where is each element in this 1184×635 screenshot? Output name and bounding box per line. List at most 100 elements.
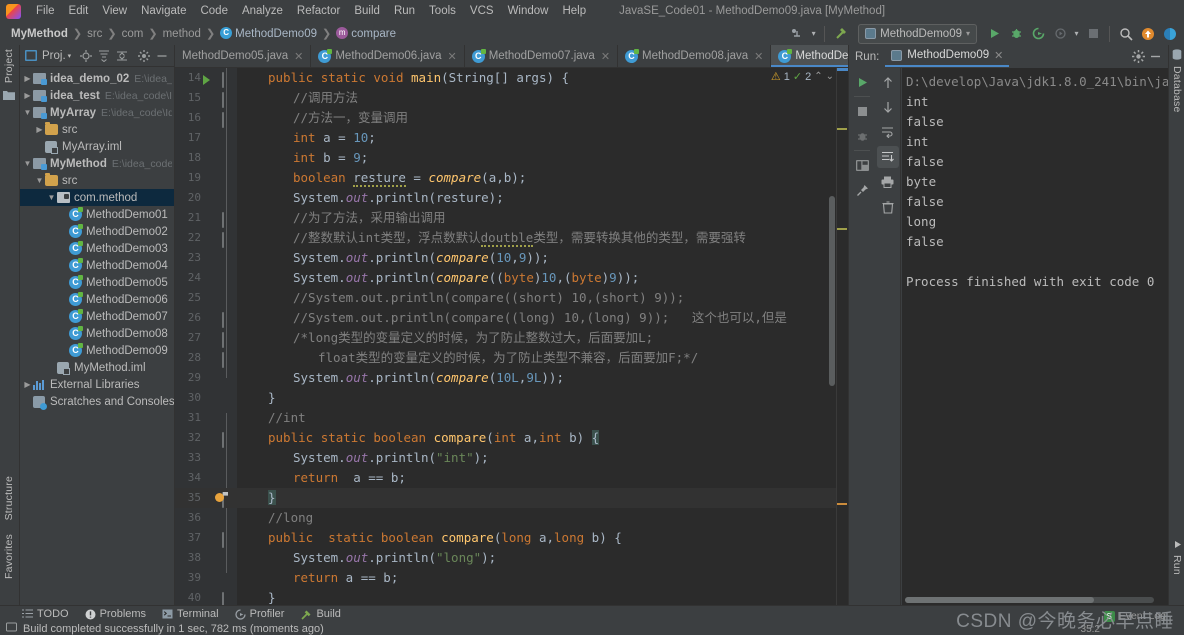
tree-node-methoddemo03[interactable]: MethodDemo03 — [20, 240, 174, 257]
code-line[interactable]: //为了方法，采用输出调用 — [237, 208, 446, 228]
console-horizontal-scrollbar[interactable] — [905, 597, 1154, 603]
tool-window-button-run[interactable]: Run — [1171, 555, 1183, 575]
menu-item-code[interactable]: Code — [193, 3, 235, 19]
code-fold-toggle-icon[interactable] — [222, 72, 232, 88]
code-line[interactable]: boolean resture = compare(a,b); — [237, 168, 526, 188]
code-fold-toggle-icon[interactable] — [222, 212, 232, 228]
code-fold-toggle-icon[interactable] — [222, 432, 232, 448]
editor-gutter[interactable]: 14 15 16 17 18 19 20 21 22 23 24 25 26 27 28 29 30 31 32 33… — [175, 68, 237, 605]
run-gutter-icon[interactable] — [203, 75, 210, 85]
tree-node-methoddemo02[interactable]: MethodDemo02 — [20, 223, 174, 240]
code-line[interactable]: public static boolean compare(int a,int … — [237, 428, 600, 448]
tree-node-myarray-iml[interactable]: MyArray.iml — [20, 138, 174, 155]
scroll-up-icon[interactable] — [877, 71, 899, 93]
tool-window-button-project[interactable]: Project — [3, 49, 15, 83]
code-line[interactable]: return a == b; — [237, 468, 406, 488]
menu-item-tools[interactable]: Tools — [422, 3, 463, 19]
collapse-all-icon[interactable] — [97, 49, 110, 62]
tree-node-methoddemo06[interactable]: MethodDemo06 — [20, 291, 174, 308]
chevron-down-icon[interactable]: ▾ — [1072, 24, 1081, 44]
code-line[interactable]: //long — [237, 508, 313, 528]
search-everywhere-icon[interactable] — [1116, 24, 1136, 44]
code-line[interactable]: System.out.println(compare(10,9)); — [237, 248, 549, 268]
code-line[interactable]: //整数默认int类型，浮点数默认doutble类型，需要转换其他的类型，需要强… — [237, 228, 746, 248]
tree-node-methoddemo01[interactable]: MethodDemo01 — [20, 206, 174, 223]
run-configuration-selector[interactable]: MethodDemo09 ▾ — [858, 23, 977, 44]
tree-node-scratches-and-consoles[interactable]: Scratches and Consoles — [20, 393, 174, 410]
breadcrumb-item-compare[interactable]: compare — [333, 27, 399, 40]
run-with-coverage-icon[interactable] — [1028, 24, 1048, 44]
close-icon[interactable]: ✕ — [601, 50, 610, 63]
code-fold-toggle-icon[interactable] — [222, 232, 232, 248]
menu-item-view[interactable]: View — [95, 3, 134, 19]
bottom-tool-button-terminal[interactable]: Terminal — [162, 608, 219, 620]
tree-node-com-method[interactable]: ▼ com.method — [20, 189, 174, 206]
code-line[interactable]: System.out.println(compare((byte)10,(byt… — [237, 268, 639, 288]
chevron-down-icon[interactable]: ▼ — [22, 108, 33, 117]
update-project-icon[interactable] — [1138, 24, 1158, 44]
chevron-down-icon[interactable]: ▼ — [46, 193, 57, 202]
tree-node-idea-test[interactable]: ▶ idea_test E:\idea_code\IdeaP — [20, 87, 174, 104]
ide-settings-icon[interactable] — [1160, 24, 1180, 44]
debug-icon[interactable] — [1006, 24, 1026, 44]
code-line[interactable]: System.out.println("long"); — [237, 548, 496, 568]
stripe-bookmark-marker[interactable] — [837, 503, 847, 505]
close-icon[interactable]: ✕ — [294, 50, 303, 63]
inspection-widget[interactable]: ⚠ 1 ✓ 2 ⌃ ⌄ — [771, 70, 834, 84]
chevron-down-icon[interactable]: ▼ — [34, 176, 45, 185]
settings-gear-icon[interactable] — [137, 49, 150, 62]
code-editor[interactable]: 14 15 16 17 18 19 20 21 22 23 24 25 26 27 28 29 30 31 32 33… — [175, 68, 848, 605]
run-tab[interactable]: MethodDemo09 ✕ — [885, 47, 1010, 67]
code-line[interactable]: System.out.println(compare(10L,9L)); — [237, 368, 564, 388]
tree-node-methoddemo05[interactable]: MethodDemo05 — [20, 274, 174, 291]
project-tree[interactable]: ▶idea_demo_02E:\idea_code▶idea_testE:\id… — [20, 67, 174, 605]
clear-all-icon[interactable] — [877, 196, 899, 218]
tree-node-myarray[interactable]: ▼ MyArray E:\idea_code\IdeaP — [20, 104, 174, 121]
tree-node-methoddemo07[interactable]: MethodDemo07 — [20, 308, 174, 325]
menu-item-refactor[interactable]: Refactor — [290, 3, 347, 19]
rerun-icon[interactable] — [851, 71, 873, 93]
code-fold-toggle-icon[interactable] — [222, 112, 232, 128]
code-content[interactable]: public static void main(String[] args) {… — [237, 68, 848, 605]
editor-tab-methoddemo05[interactable]: MethodDemo05.java ✕ — [175, 45, 312, 67]
breadcrumb-item-methoddemo09[interactable]: MethodDemo09 — [217, 27, 320, 40]
scroll-down-icon[interactable] — [877, 96, 899, 118]
bottom-tool-button-todo[interactable]: TODO — [22, 608, 69, 620]
bottom-tool-button-problems[interactable]: Problems — [85, 608, 146, 620]
chevron-up-icon[interactable]: ⌃ — [814, 71, 822, 82]
editor-tab-bar[interactable]: MethodDemo05.java✕MethodDemo06.java✕ Meth… — [175, 45, 848, 68]
tool-window-button-database[interactable]: Database — [1171, 66, 1183, 113]
tool-window-button-favorites[interactable]: Favorites — [3, 534, 15, 579]
stripe-warning-marker[interactable] — [837, 228, 847, 230]
stop-icon[interactable] — [1083, 24, 1103, 44]
stop-icon[interactable] — [851, 100, 873, 122]
menu-item-build[interactable]: Build — [347, 3, 387, 19]
breadcrumb[interactable]: MyMethod ❯ src ❯ com ❯ method ❯ MethodDemo09 ❯ com… — [0, 27, 399, 40]
vcs-update-icon[interactable] — [787, 24, 807, 44]
project-view-selector-icon[interactable] — [24, 49, 37, 62]
editor-tab-methoddemo08[interactable]: MethodDemo08.java ✕ — [618, 45, 772, 67]
run-icon[interactable] — [984, 24, 1004, 44]
menu-item-file[interactable]: File — [29, 3, 62, 19]
hide-panel-icon[interactable] — [1149, 50, 1162, 63]
expand-all-icon[interactable] — [115, 49, 128, 62]
chevron-down-icon[interactable]: ▾ — [68, 52, 72, 60]
pin-icon[interactable] — [851, 179, 873, 201]
editor-tab-methoddemo09[interactable]: MethodDemo09.java✕ — [771, 45, 848, 67]
tree-node-methoddemo09[interactable]: MethodDemo09 — [20, 342, 174, 359]
code-line[interactable]: System.out.println("int"); — [237, 448, 489, 468]
code-line[interactable]: public static boolean compare(long a,lon… — [237, 528, 622, 548]
close-icon[interactable]: ✕ — [447, 50, 456, 63]
code-line[interactable]: } — [237, 388, 276, 408]
code-fold-toggle-icon[interactable] — [222, 532, 232, 548]
breadcrumb-item-com[interactable]: com — [119, 28, 147, 40]
scroll-to-end-icon[interactable] — [876, 146, 899, 168]
chevron-down-icon[interactable]: ▾ — [809, 24, 818, 44]
tree-node-src[interactable]: ▼ src — [20, 172, 174, 189]
code-line[interactable]: return a == b; — [237, 568, 398, 588]
bottom-tool-button-profiler[interactable]: Profiler — [234, 608, 284, 620]
menu-item-help[interactable]: Help — [555, 3, 593, 19]
code-line[interactable]: //方法一，变量调用 — [237, 108, 408, 128]
editor-tab-methoddemo06[interactable]: MethodDemo06.java ✕ — [311, 45, 465, 67]
chevron-right-icon[interactable]: ▶ — [22, 380, 33, 389]
